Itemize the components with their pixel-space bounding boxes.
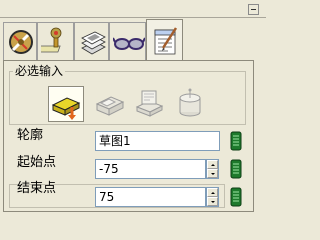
tab-feature-manager[interactable] — [3, 22, 37, 60]
start-spin-down-button[interactable] — [207, 169, 218, 178]
end-selector-icon[interactable] — [230, 187, 242, 207]
notes-icon — [154, 27, 178, 55]
profile-label: 轮廓 — [17, 128, 44, 143]
end-spinner[interactable] — [206, 187, 219, 207]
start-field[interactable]: -75 — [95, 159, 206, 179]
property-manager-icon — [41, 27, 62, 53]
display-manager-icon — [113, 37, 145, 50]
loft-tool-button[interactable] — [172, 86, 208, 122]
tab-property-manager[interactable] — [37, 22, 74, 60]
tab-display-manager[interactable] — [109, 22, 146, 60]
revolve-feature-icon — [95, 96, 125, 116]
spin-up-icon — [211, 192, 215, 194]
end-spin-up-button[interactable] — [207, 188, 218, 197]
start-spin-up-button[interactable] — [207, 160, 218, 169]
extrude-tool-button[interactable] — [48, 86, 84, 122]
tab-notes[interactable] — [146, 19, 183, 61]
tab-configuration-manager[interactable] — [74, 22, 109, 60]
start-spinner[interactable] — [206, 159, 219, 179]
revolve-tool-button[interactable] — [93, 86, 129, 122]
sweep-feature-icon — [135, 90, 164, 117]
end-spin-down-button[interactable] — [207, 197, 218, 206]
loft-feature-icon — [179, 88, 201, 117]
start-label: 起始点 — [17, 155, 57, 170]
pin-icon[interactable] — [248, 4, 259, 15]
extrude-feature-icon — [51, 97, 81, 120]
sweep-tool-button[interactable] — [132, 86, 168, 122]
profile-selector-icon[interactable] — [230, 131, 242, 151]
start-selector-icon[interactable] — [230, 159, 242, 179]
divider — [0, 17, 266, 18]
end-label: 结束点 — [17, 181, 57, 196]
end-field[interactable]: 75 — [95, 187, 206, 207]
spin-up-icon — [211, 164, 215, 166]
spin-down-icon — [211, 201, 215, 203]
spin-down-icon — [211, 173, 215, 175]
group-title: 必选输入 — [13, 64, 66, 78]
feature-manager-icon — [9, 30, 33, 54]
profile-field[interactable]: 草图1 — [95, 131, 220, 151]
configuration-manager-icon — [81, 31, 106, 55]
